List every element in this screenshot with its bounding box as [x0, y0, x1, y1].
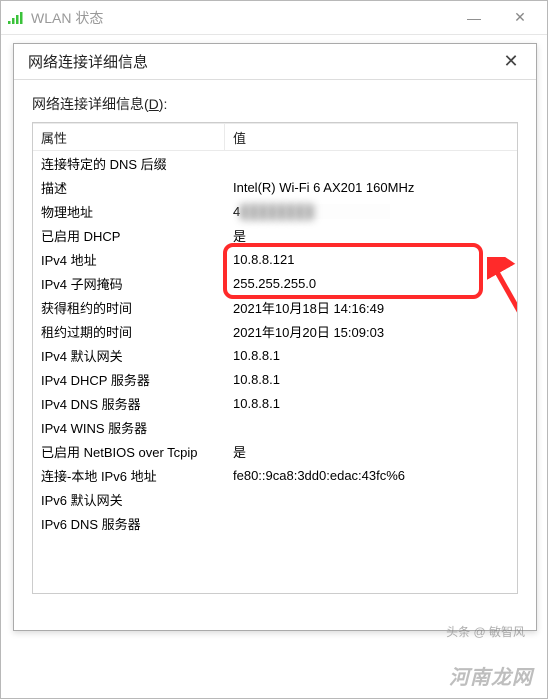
table-row[interactable]: IPv6 DNS 服务器 — [33, 511, 517, 535]
table-row[interactable]: 连接特定的 DNS 后缀 — [33, 151, 517, 175]
property-cell: 物理地址 — [33, 202, 225, 221]
property-cell: IPv4 DHCP 服务器 — [33, 370, 225, 389]
property-cell: 已启用 DHCP — [33, 226, 225, 245]
property-cell: 获得租约的时间 — [33, 298, 225, 317]
value-cell: fe80::9ca8:3dd0:edac:43fc%6 — [225, 468, 517, 483]
table-row[interactable]: IPv4 DHCP 服务器10.8.8.1 — [33, 367, 517, 391]
dialog-titlebar[interactable]: 网络连接详细信息 ✕ — [14, 44, 536, 80]
minimize-button[interactable]: — — [451, 1, 497, 34]
value-cell: 是 — [225, 226, 517, 245]
close-button[interactable]: ✕ — [497, 1, 543, 34]
value-cell: 10.8.8.1 — [225, 372, 517, 387]
property-cell: IPv4 默认网关 — [33, 346, 225, 365]
details-list[interactable]: 属性 值 连接特定的 DNS 后缀描述Intel(R) Wi-Fi 6 AX20… — [32, 122, 518, 594]
property-cell: IPv4 地址 — [33, 250, 225, 269]
value-cell: 255.255.255.0 — [225, 276, 517, 291]
watermark-text: 头条 @ 敏智风 — [446, 623, 525, 640]
table-row[interactable]: 物理地址4████████ — [33, 199, 517, 223]
property-cell: IPv6 DNS 服务器 — [33, 514, 225, 533]
details-header-row: 属性 值 — [33, 123, 517, 151]
value-cell: 10.8.8.1 — [225, 396, 517, 411]
table-row[interactable]: IPv4 地址10.8.8.121 — [33, 247, 517, 271]
table-row[interactable]: 已启用 DHCP是 — [33, 223, 517, 247]
table-row[interactable]: 获得租约的时间2021年10月18日 14:16:49 — [33, 295, 517, 319]
table-row[interactable]: IPv4 WINS 服务器 — [33, 415, 517, 439]
table-row[interactable]: IPv6 默认网关 — [33, 487, 517, 511]
value-cell: 是 — [225, 442, 517, 461]
details-body: 连接特定的 DNS 后缀描述Intel(R) Wi-Fi 6 AX201 160… — [33, 151, 517, 535]
value-cell: 2021年10月18日 14:16:49 — [225, 298, 517, 317]
table-row[interactable]: 已启用 NetBIOS over Tcpip是 — [33, 439, 517, 463]
watermark-logo: 河南龙网 — [449, 661, 533, 690]
property-cell: 描述 — [33, 178, 225, 197]
property-cell: IPv4 子网掩码 — [33, 274, 225, 293]
titlebar-controls: — ✕ — [451, 1, 543, 34]
property-cell: 连接特定的 DNS 后缀 — [33, 154, 225, 173]
details-dialog: 网络连接详细信息 ✕ 网络连接详细信息(D): 属性 值 连接特定的 DNS 后… — [13, 43, 537, 631]
property-cell: IPv4 WINS 服务器 — [33, 418, 225, 437]
table-row[interactable]: 租约过期的时间2021年10月20日 15:09:03 — [33, 319, 517, 343]
table-row[interactable]: 描述Intel(R) Wi-Fi 6 AX201 160MHz — [33, 175, 517, 199]
value-cell: 10.8.8.121 — [225, 252, 517, 267]
value-cell: Intel(R) Wi-Fi 6 AX201 160MHz — [225, 180, 517, 195]
property-cell: IPv4 DNS 服务器 — [33, 394, 225, 413]
table-row[interactable]: IPv4 DNS 服务器10.8.8.1 — [33, 391, 517, 415]
column-header-property[interactable]: 属性 — [33, 124, 225, 150]
property-cell: IPv6 默认网关 — [33, 490, 225, 509]
outer-titlebar[interactable]: WLAN 状态 — ✕ — [1, 1, 547, 35]
table-row[interactable]: 连接-本地 IPv6 地址fe80::9ca8:3dd0:edac:43fc%6 — [33, 463, 517, 487]
value-cell: 10.8.8.1 — [225, 348, 517, 363]
property-cell: 连接-本地 IPv6 地址 — [33, 466, 225, 485]
outer-window: WLAN 状态 — ✕ 网络连接详细信息 ✕ 网络连接详细信息(D): 属性 值… — [0, 0, 548, 699]
outer-window-title: WLAN 状态 — [31, 8, 451, 28]
property-cell: 租约过期的时间 — [33, 322, 225, 341]
dialog-close-button[interactable]: ✕ — [496, 47, 526, 77]
table-row[interactable]: IPv4 子网掩码255.255.255.0 — [33, 271, 517, 295]
dialog-title: 网络连接详细信息 — [28, 51, 496, 72]
section-label: 网络连接详细信息(D): — [32, 94, 518, 114]
value-cell: 2021年10月20日 15:09:03 — [225, 322, 517, 341]
table-row[interactable]: IPv4 默认网关10.8.8.1 — [33, 343, 517, 367]
column-header-value[interactable]: 值 — [225, 124, 517, 150]
value-cell: 4████████ — [225, 204, 517, 219]
wifi-icon — [7, 11, 25, 25]
dialog-content: 网络连接详细信息(D): 属性 值 连接特定的 DNS 后缀描述Intel(R)… — [14, 80, 536, 604]
property-cell: 已启用 NetBIOS over Tcpip — [33, 442, 225, 461]
